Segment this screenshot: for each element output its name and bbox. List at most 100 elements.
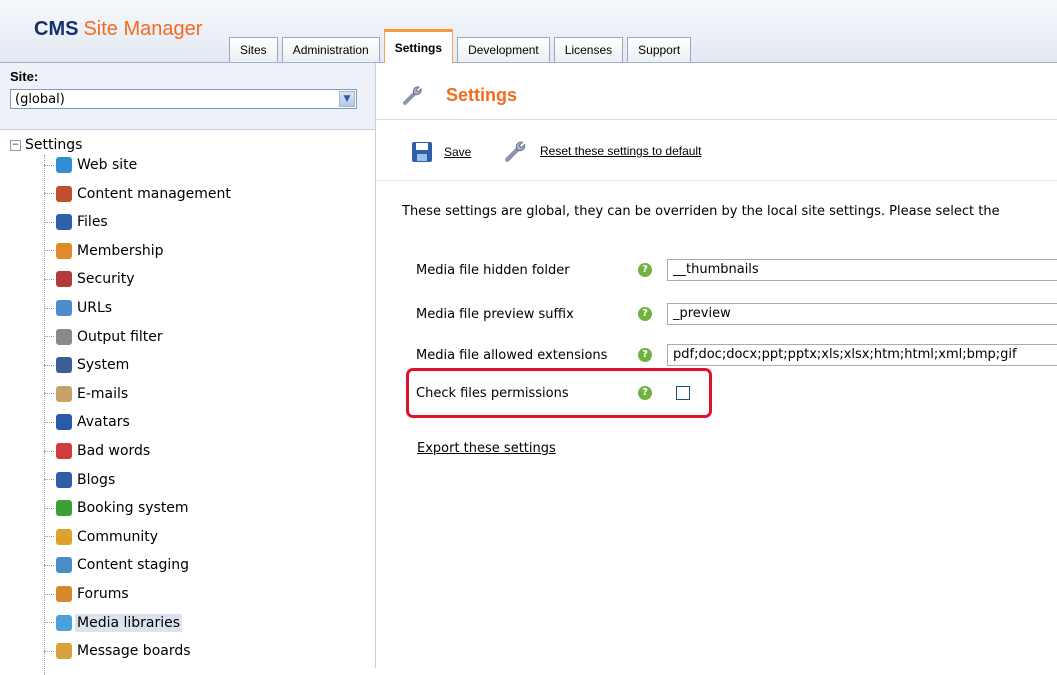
sidebar-item-forums[interactable]: Forums bbox=[44, 582, 131, 606]
page-title: Settings bbox=[446, 85, 518, 105]
sidebar-item-label: Forums bbox=[77, 586, 129, 602]
tree-connector bbox=[44, 622, 54, 624]
sidebar-item-message-boards[interactable]: Message boards bbox=[44, 639, 193, 663]
allowed-extensions-label: Media file allowed extensions bbox=[416, 347, 608, 363]
preview-suffix-input[interactable]: _preview bbox=[667, 303, 1057, 325]
sidebar-item-output-filter[interactable]: Output filter bbox=[44, 325, 165, 349]
sidebar-item-label: Membership bbox=[77, 242, 164, 259]
sidebar-item-bad-words[interactable]: Bad words bbox=[44, 439, 152, 463]
main-tabs: Sites Administration Settings Developmen… bbox=[229, 26, 695, 63]
help-icon[interactable]: ? bbox=[638, 307, 652, 321]
sidebar-item-blogs[interactable]: Blogs bbox=[44, 468, 117, 492]
sidebar-item-urls[interactable]: URLs bbox=[44, 296, 114, 320]
tree-connector bbox=[44, 536, 54, 538]
community-icon bbox=[56, 528, 72, 545]
booking-icon bbox=[56, 500, 72, 517]
help-icon[interactable]: ? bbox=[638, 348, 652, 362]
tree-connector bbox=[44, 193, 54, 195]
site-label: Site: bbox=[10, 69, 39, 84]
sidebar-item-label: URLs bbox=[77, 300, 113, 316]
forum-icon bbox=[56, 586, 72, 602]
chevron-down-icon[interactable]: ▼ bbox=[339, 91, 355, 107]
tab-sites[interactable]: Sites bbox=[229, 37, 278, 62]
sidebar-item-membership[interactable]: Membership bbox=[44, 239, 166, 263]
sidebar-item-e-mails[interactable]: E-mails bbox=[44, 382, 130, 406]
tree-connector bbox=[44, 278, 54, 280]
tree-connector bbox=[44, 364, 54, 366]
sidebar-item-content-management[interactable]: Content management bbox=[44, 182, 233, 206]
sidebar-item-web-site[interactable]: Web site bbox=[44, 153, 139, 177]
app-logo: CMS Site Manager bbox=[34, 18, 202, 41]
tree-connector bbox=[44, 421, 54, 423]
staging-icon bbox=[56, 557, 72, 574]
sidebar-item-label: Media libraries bbox=[75, 613, 183, 632]
tree-connector bbox=[44, 507, 54, 509]
sidebar-item-content-staging[interactable]: Content staging bbox=[44, 553, 191, 577]
wrench-icon bbox=[403, 86, 422, 105]
tab-settings[interactable]: Settings bbox=[383, 29, 454, 63]
tree-connector bbox=[44, 307, 54, 309]
envelope-icon bbox=[56, 385, 72, 402]
floppy-disk-icon bbox=[56, 214, 72, 231]
action-toolbar: Save Reset these settings to default bbox=[376, 120, 1057, 181]
export-settings-link[interactable]: Export these settings bbox=[417, 441, 556, 456]
top-bar: CMS Site Manager Sites Administration Set… bbox=[0, 0, 1057, 63]
sidebar-item-security[interactable]: Security bbox=[44, 267, 137, 291]
reset-defaults-label: Reset these settings to default bbox=[540, 144, 702, 158]
hidden-folder-input[interactable]: __thumbnails bbox=[667, 259, 1057, 281]
collapse-icon[interactable]: − bbox=[10, 139, 21, 151]
url-icon bbox=[56, 300, 72, 316]
sidebar-item-label: Community bbox=[77, 528, 159, 545]
tree-connector bbox=[44, 593, 54, 595]
tree-connector bbox=[44, 450, 54, 452]
save-button[interactable]: Save bbox=[410, 140, 471, 164]
field-row-allowed-extensions: Media file allowed extensions bbox=[416, 343, 636, 367]
tab-licenses[interactable]: Licenses bbox=[553, 37, 624, 62]
wrench-icon bbox=[505, 141, 526, 162]
save-label: Save bbox=[444, 145, 472, 159]
highlight-box bbox=[406, 368, 712, 418]
help-icon[interactable]: ? bbox=[638, 263, 652, 277]
blog-icon bbox=[56, 471, 72, 488]
sidebar-item-label: Bad words bbox=[77, 443, 151, 459]
sidebar-item-label: Blogs bbox=[77, 471, 116, 488]
hidden-folder-label: Media file hidden folder bbox=[416, 262, 570, 278]
tab-development[interactable]: Development bbox=[457, 37, 550, 62]
reset-defaults-button[interactable]: Reset these settings to default bbox=[504, 138, 701, 164]
tree-connector bbox=[44, 221, 54, 223]
sidebar-item-avatars[interactable]: Avatars bbox=[44, 410, 132, 434]
tree-connector bbox=[44, 564, 54, 566]
site-selector-panel: Site: (global) ▼ bbox=[0, 63, 375, 130]
sidebar-item-label: Content management bbox=[77, 185, 231, 202]
user-icon bbox=[56, 242, 72, 259]
sidebar-item-community[interactable]: Community bbox=[44, 525, 160, 549]
site-select[interactable]: (global) ▼ bbox=[10, 89, 357, 109]
sidebar-item-booking-system[interactable]: Booking system bbox=[44, 496, 191, 520]
tree-root-settings[interactable]: − Settings bbox=[10, 137, 82, 153]
floppy-disk-icon bbox=[412, 142, 432, 162]
sidebar-item-label: E-mails bbox=[77, 385, 129, 402]
sidebar-item-label: Files bbox=[77, 214, 108, 231]
sidebar-item-media-libraries[interactable]: Media libraries bbox=[44, 611, 183, 635]
tree-connector bbox=[44, 393, 54, 395]
tree-connector bbox=[44, 164, 54, 166]
logo-site-manager-text: Site Manager bbox=[83, 18, 203, 40]
tree-connector bbox=[44, 250, 54, 252]
logo-cms-text: CMS bbox=[34, 18, 79, 40]
sidebar-item-label: Content staging bbox=[77, 557, 190, 574]
site-select-value: (global) bbox=[15, 92, 65, 107]
tree-connector bbox=[44, 479, 54, 481]
sidebar-item-files[interactable]: Files bbox=[44, 210, 110, 234]
sidebar-item-system[interactable]: System bbox=[44, 353, 131, 377]
preview-suffix-label: Media file preview suffix bbox=[416, 306, 574, 322]
sidebar-item-label: Booking system bbox=[77, 500, 189, 517]
tab-support[interactable]: Support bbox=[627, 37, 692, 62]
allowed-extensions-input[interactable]: pdf;doc;docx;ppt;pptx;xls;xlsx;htm;html;… bbox=[667, 344, 1057, 366]
tab-administration[interactable]: Administration bbox=[281, 37, 380, 62]
sidebar-item-label: Output filter bbox=[77, 328, 163, 345]
sidebar-item-label: Avatars bbox=[77, 414, 130, 431]
sidebar-item-label: Message boards bbox=[77, 643, 191, 660]
field-row-hidden-folder: Media file hidden folder bbox=[416, 258, 636, 282]
tree-root-label: Settings bbox=[25, 137, 83, 153]
media-library-icon bbox=[56, 614, 72, 631]
